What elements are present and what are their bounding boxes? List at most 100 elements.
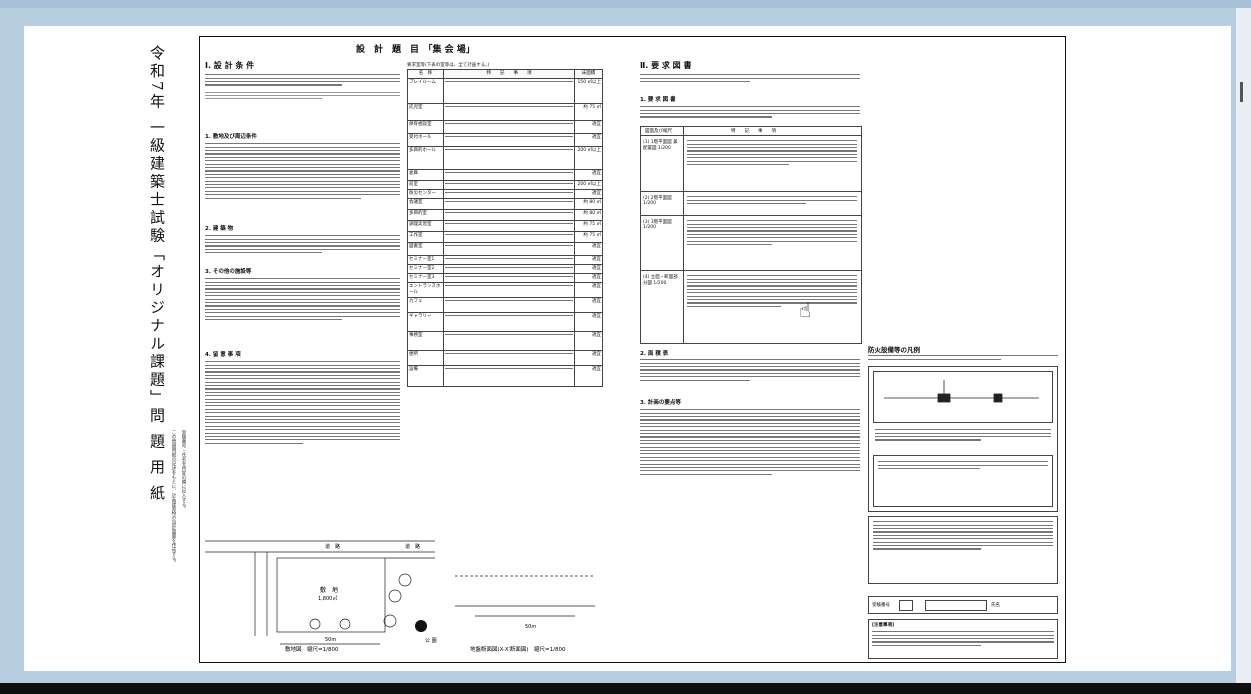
room-name: 便所 bbox=[407, 349, 444, 366]
table-row: 倉庫 適宜 bbox=[407, 168, 603, 181]
table-header-name: 名 称 bbox=[407, 69, 444, 79]
section1-sub-1: 1. 敷地及び周辺条件 bbox=[205, 134, 257, 140]
fire-legend-desc bbox=[868, 353, 1058, 362]
drawings-table: 図面及び縮尺 特 記 事 項 (1) 1階平面図 兼配置図 1/200 (2) … bbox=[640, 126, 862, 344]
section-width-label: 50m bbox=[525, 624, 536, 630]
room-name: 図書室 bbox=[407, 241, 444, 256]
drawing-row-3: (3) 3階平面図 1/200 bbox=[643, 220, 672, 230]
room-notes bbox=[443, 272, 575, 283]
table-row: 事務室 適宜 bbox=[407, 330, 603, 351]
room-area: 適宜 bbox=[574, 311, 603, 332]
fire-legend-diagram bbox=[873, 371, 1053, 423]
notes-box-1 bbox=[868, 516, 1058, 584]
table-row: 多目的室 約 80 ㎡ bbox=[407, 208, 603, 221]
room-area: 適宜 bbox=[574, 364, 603, 387]
room-name: 事務室 bbox=[407, 330, 444, 351]
room-name: 多目的室 bbox=[407, 208, 444, 221]
drawings-header-2: 特 記 事 項 bbox=[731, 129, 776, 134]
room-name: 保育相談室 bbox=[407, 119, 444, 134]
drawing-row-4: (4) 立面・断面部分図 1/200 bbox=[643, 275, 678, 286]
exam-number-cell-2[interactable] bbox=[925, 600, 987, 611]
section1-body-4 bbox=[205, 276, 400, 322]
table-row: セミナー室3 適宜 bbox=[407, 272, 603, 283]
drawing-notes-3 bbox=[687, 218, 857, 247]
room-area: 適宜 bbox=[574, 241, 603, 256]
room-notes bbox=[443, 349, 575, 366]
section1-sub-4: 4. 留 意 事 項 bbox=[205, 352, 241, 358]
site-caption: 敷地図 縮尺=1/800 bbox=[285, 645, 339, 653]
room-notes bbox=[443, 168, 575, 181]
table-row: プレイルーム 150 ㎡以上 bbox=[407, 77, 603, 104]
vertical-scrollbar[interactable] bbox=[1236, 8, 1251, 683]
exam-number-cell-1[interactable] bbox=[899, 600, 913, 611]
table-row: カフェ 適宜 bbox=[407, 296, 603, 313]
room-area: 適宜 bbox=[574, 132, 603, 147]
room-notes bbox=[443, 330, 575, 351]
scrollbar-thumb[interactable] bbox=[1240, 82, 1243, 102]
vertical-note-2: 受験番号・氏名を所定の欄に記入する。 bbox=[181, 430, 186, 511]
section1-sub-2: 2. 建 築 物 bbox=[205, 226, 234, 232]
room-name: 託児室 bbox=[407, 102, 444, 121]
section1-body-5 bbox=[205, 359, 400, 446]
room-name: 会議室 bbox=[407, 197, 444, 210]
table-row: ギャラリー 適宜 bbox=[407, 311, 603, 332]
section1-body-2 bbox=[205, 141, 400, 201]
vertical-title: 令和7年 一級建築士試験「オリジナル課題」問 題 用 紙 bbox=[148, 45, 166, 503]
room-area: 適宜 bbox=[574, 272, 603, 283]
sheet-title: 設 計 題 目 「集 会 場」 bbox=[356, 45, 475, 55]
room-area: 適宜 bbox=[574, 296, 603, 313]
room-name: 工作室 bbox=[407, 230, 444, 243]
room-name: 倉庫 bbox=[407, 168, 444, 181]
fire-legend-text bbox=[875, 427, 1051, 443]
room-notes bbox=[443, 77, 575, 104]
table-header-notes: 特 記 事 項 bbox=[443, 69, 575, 79]
room-name: カフェ bbox=[407, 296, 444, 313]
room-name: ギャラリー bbox=[407, 311, 444, 332]
section2-sub-2: 2. 面 積 表 bbox=[640, 351, 669, 357]
section-caption: 地盤断面図(X-X′断面図) 縮尺=1/800 bbox=[470, 645, 566, 653]
room-notes bbox=[443, 364, 575, 387]
room-name: プレイルーム bbox=[407, 77, 444, 104]
room-name: 多目的ホール bbox=[407, 145, 444, 170]
section2-title: Ⅱ. 要 求 図 書 bbox=[640, 61, 692, 70]
room-area: 適宜 bbox=[574, 168, 603, 181]
room-name: 防災センター bbox=[407, 188, 444, 199]
site-width-label: 50m bbox=[325, 637, 336, 643]
plaza-label: 公 園 bbox=[425, 638, 437, 644]
room-area: 約 75 ㎡ bbox=[574, 102, 603, 121]
table-row: エントランスホール 適宜 bbox=[407, 281, 603, 298]
room-notes bbox=[443, 281, 575, 298]
table-row: 託児室 約 75 ㎡ bbox=[407, 102, 603, 121]
room-name: 受付ホール bbox=[407, 132, 444, 147]
room-area: 約 75 ㎡ bbox=[574, 219, 603, 232]
table-row: セミナー室1 適宜 bbox=[407, 254, 603, 265]
room-area: 適宜 bbox=[574, 349, 603, 366]
room-notes bbox=[443, 102, 575, 121]
site-area-label: 1,800㎡ bbox=[318, 595, 337, 602]
drawing-notes-4 bbox=[687, 273, 857, 309]
name-label: 氏名 bbox=[991, 603, 1000, 608]
room-notes bbox=[443, 132, 575, 147]
vertical-note: この問題用紙の記述をもとに、計画建築物の設計図書を作成する。 bbox=[171, 430, 176, 565]
room-area: 150 ㎡以上 bbox=[574, 77, 603, 104]
room-notes bbox=[443, 263, 575, 274]
drawings-header-1: 図面及び縮尺 bbox=[645, 129, 672, 134]
room-area: 200 ㎡以上 bbox=[574, 145, 603, 170]
room-area: 約 80 ㎡ bbox=[574, 208, 603, 221]
table-header-area: 床面積 bbox=[574, 69, 603, 79]
hand-cursor-icon: ☝ bbox=[799, 298, 812, 322]
fire-legend-inner bbox=[873, 455, 1053, 507]
road-east-label: 道 路 bbox=[405, 543, 420, 550]
room-notes bbox=[443, 296, 575, 313]
table-row: 会議室 約 80 ㎡ bbox=[407, 197, 603, 210]
room-name: エントランスホール bbox=[407, 281, 444, 298]
room-notes bbox=[443, 197, 575, 210]
section2-body-4 bbox=[640, 407, 860, 477]
section1-body-3 bbox=[205, 233, 400, 256]
exam-number-box: 受験番号 氏名 bbox=[868, 596, 1058, 614]
section1-body-1 bbox=[205, 72, 400, 102]
room-name: 設備 bbox=[407, 364, 444, 387]
table-row: 調理実習室 約 75 ㎡ bbox=[407, 219, 603, 232]
room-name: 調理実習室 bbox=[407, 219, 444, 232]
room-name: セミナー室1 bbox=[407, 254, 444, 265]
